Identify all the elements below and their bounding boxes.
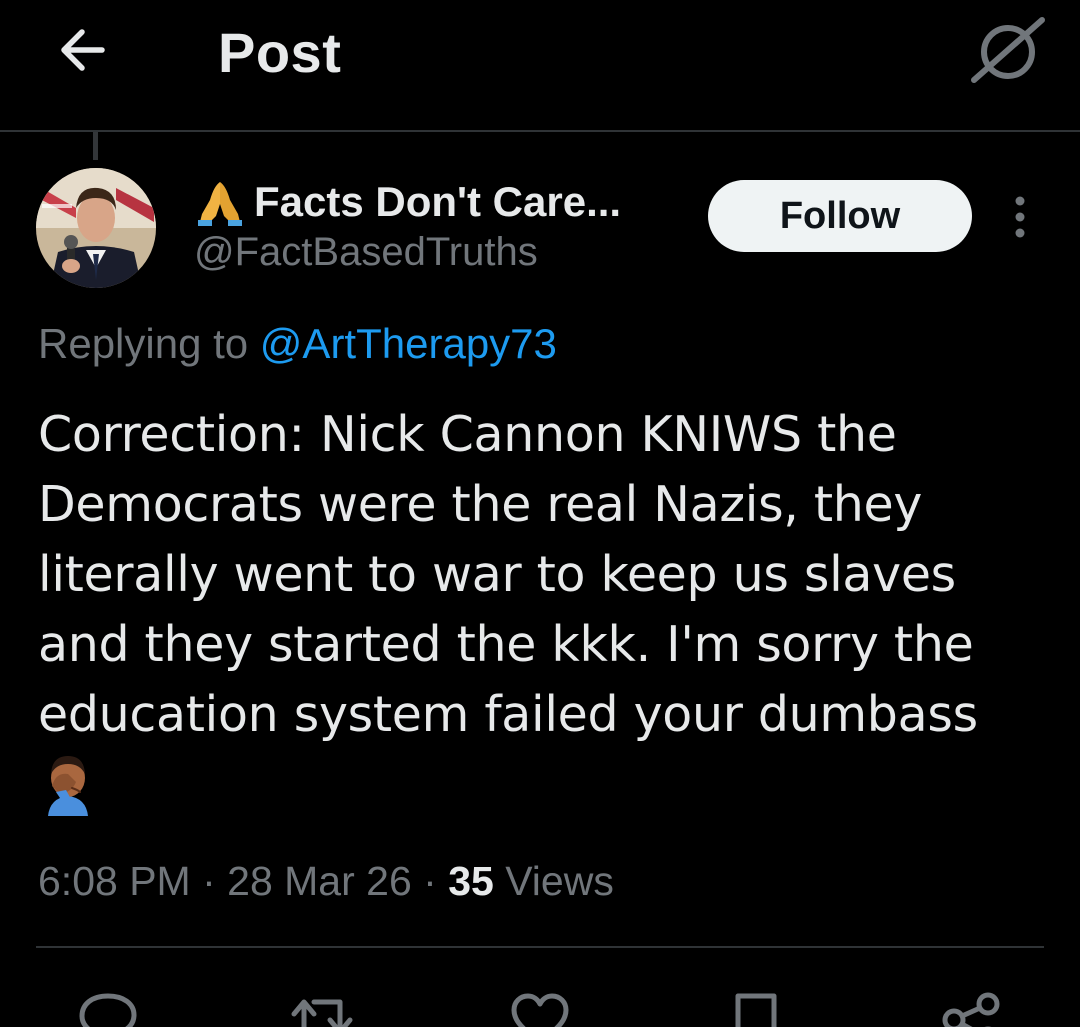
author-handle[interactable]: @FactBasedTruths bbox=[194, 230, 538, 275]
thread-connector-line bbox=[93, 132, 98, 160]
reply-button[interactable] bbox=[76, 990, 140, 1027]
replying-to: Replying to @ArtTherapy73 bbox=[38, 320, 557, 368]
tweet-meta: 6:08 PM · 28 Mar 26 · 35 Views bbox=[38, 858, 614, 905]
post-detail-screen: Post Facts Don't Care... @FactBasedTruth… bbox=[0, 0, 1080, 1027]
reply-icon bbox=[79, 993, 137, 1027]
avatar[interactable] bbox=[36, 168, 156, 288]
views-count[interactable]: 35 bbox=[448, 858, 494, 904]
arrow-left-icon bbox=[61, 29, 105, 71]
back-button[interactable] bbox=[52, 22, 116, 78]
like-button[interactable] bbox=[508, 990, 572, 1027]
meta-separator-1: · bbox=[190, 858, 228, 904]
page-title: Post bbox=[218, 21, 342, 84]
like-icon bbox=[511, 993, 569, 1027]
follow-button[interactable]: Follow bbox=[708, 180, 972, 252]
tweet-text: Correction: Nick Cannon KNIWS the Democr… bbox=[38, 406, 978, 743]
meta-separator-2: · bbox=[411, 858, 449, 904]
views-label: Views bbox=[505, 858, 614, 904]
bookmark-icon bbox=[735, 993, 777, 1027]
facepalm-icon bbox=[48, 756, 88, 816]
replying-to-label: Replying to bbox=[38, 320, 249, 367]
author-name: Facts Don't Care... bbox=[254, 178, 622, 225]
top-app-bar: Post bbox=[0, 0, 1080, 131]
meta-divider bbox=[36, 946, 1044, 948]
grok-icon bbox=[971, 17, 1045, 83]
more-options-button[interactable] bbox=[1004, 194, 1036, 240]
grok-button[interactable] bbox=[966, 14, 1046, 86]
author-name-link[interactable]: Facts Don't Care... bbox=[194, 174, 621, 230]
avatar-image bbox=[36, 168, 156, 288]
bookmark-button[interactable] bbox=[724, 990, 788, 1027]
replying-to-mention[interactable]: @ArtTherapy73 bbox=[260, 320, 557, 367]
repost-icon bbox=[291, 999, 353, 1027]
header-divider bbox=[0, 130, 1080, 132]
more-vertical-icon bbox=[1015, 196, 1025, 238]
repost-button[interactable] bbox=[290, 990, 354, 1027]
share-button[interactable] bbox=[940, 990, 1004, 1027]
share-icon bbox=[942, 992, 1000, 1027]
tweet-date: 28 Mar 26 bbox=[227, 858, 412, 904]
folded-hands-icon bbox=[198, 182, 242, 226]
tweet-time: 6:08 PM bbox=[38, 858, 191, 904]
